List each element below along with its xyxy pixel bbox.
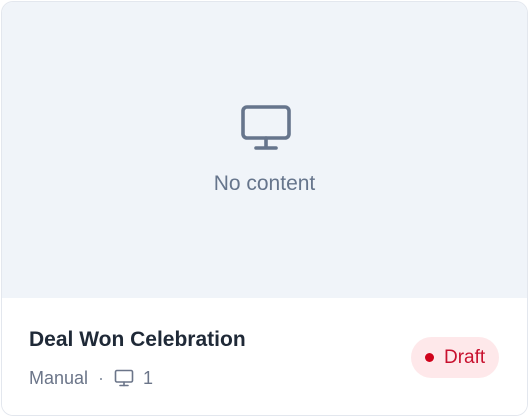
empty-state-text: No content — [213, 172, 316, 195]
content-card[interactable]: No content Deal Won Celebration Manual ·… — [1, 1, 528, 416]
card-meta: Manual · 1 — [29, 366, 153, 390]
card-footer: Deal Won Celebration Manual · 1 Draft — [2, 298, 527, 415]
meta-separator: · — [98, 367, 105, 388]
monitor-icon — [240, 104, 292, 152]
card-title[interactable]: Deal Won Celebration — [29, 328, 246, 352]
status-label: Draft — [444, 346, 486, 368]
screen-count: 1 — [143, 367, 154, 388]
status-badge: Draft — [411, 337, 500, 378]
card-preview[interactable]: No content — [2, 2, 527, 298]
monitor-icon — [114, 368, 134, 388]
status-dot — [425, 353, 434, 362]
source-label: Manual — [29, 367, 89, 388]
